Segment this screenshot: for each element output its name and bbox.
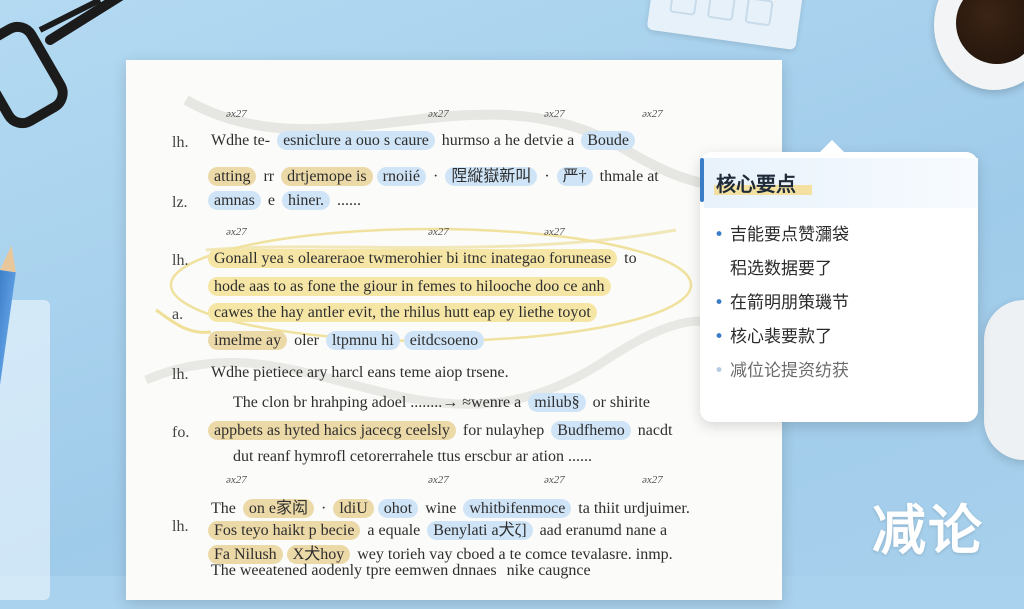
text-segment: oler [291,331,322,350]
line-label: lh. [172,518,188,536]
text-segment: nike caugnce [504,561,594,580]
text-segment: · [541,167,552,186]
text-segment: for nulayhep [460,421,547,440]
text-line: amnas e hiner. ...... [208,192,364,210]
text-segment: The weeatened aodenly tpre eemwen dnnaes [208,561,500,580]
highlighted-segment[interactable]: ltpmnu hi [326,331,400,350]
ruler [0,300,50,600]
highlighted-segment[interactable]: Fos teyo haikt p becie [208,521,360,540]
line-label: lh. [172,366,188,384]
text-line: Wdhe te- esniclure a ouo s caure hurmso … [208,132,635,150]
text-segment: Wdhe pietiece ary harcl eans teme aiop t… [208,363,512,382]
highlighted-segment[interactable]: Gonall yea s oleareraoe twmerohier bi it… [208,249,617,268]
text-line: The clon br hrahping adoel ........→ ≈we… [230,394,653,412]
text-segment: ...... [334,191,364,210]
text-segment: to [621,249,639,268]
highlighted-segment[interactable]: eitdcsoeno [404,331,484,350]
text-segment: rr [260,167,277,186]
key-points-list: • 吉能要点赞瀰袋 稆选数据要了 • 在箭明朋策璣节 • 核心裴要款了 • 减位论提资纺获 [714,218,964,388]
highlighted-segment[interactable]: amnas [208,191,261,210]
margin-mark: əx27 [642,474,663,486]
highlighted-segment[interactable]: hode aas to as fone the giour in femes t… [208,277,611,296]
margin-mark: əx27 [226,226,247,238]
line-label: fo. [172,424,189,442]
highlighted-segment[interactable]: milub§ [528,393,585,412]
highlighted-segment[interactable]: Boude [581,131,635,150]
highlighted-segment[interactable]: 严† [557,167,593,186]
key-point-item: • 减位论提资纺获 [714,354,964,388]
key-point-text: 在箭明朋策璣节 [730,286,849,320]
text-segment: The clon br hrahping adoel ........→ ≈we… [230,393,524,412]
card-title: 核心要点 [716,168,796,197]
text-line: atting rr drtjemope is rnoiié · 陧縦嶽新叫 · … [208,162,662,186]
key-points-card: 核心要点 • 吉能要点赞瀰袋 稆选数据要了 • 在箭明朋策璣节 • 核心裴要款了 • 减位论提资… [700,152,978,422]
key-point-item: • 吉能要点赞瀰袋 [714,218,964,252]
key-point-item: • 核心裴要款了 [714,320,964,354]
margin-mark: əx27 [544,108,565,120]
key-point-text: 稆选数据要了 [730,252,832,286]
key-point-item: • 在箭明朋策璣节 [714,286,964,320]
highlighted-segment[interactable]: Budfhemo [551,421,631,440]
highlighted-segment[interactable]: drtjemope is [281,167,373,186]
bullet-icon: • [714,354,730,388]
text-line: Gonall yea s oleareraoe twmerohier bi it… [208,250,640,268]
text-line: hode aas to as fone the giour in femes t… [208,278,611,296]
line-label: a. [172,306,183,324]
bullet-icon: • [714,286,730,320]
highlighted-segment[interactable]: atting [208,167,256,186]
text-line: cawes the hay antler evit, the rhilus hu… [208,304,597,322]
text-line: Wdhe pietiece ary harcl eans teme aiop t… [208,364,512,382]
margin-mark: əx27 [226,108,247,120]
text-line: The weeatened aodenly tpre eemwen dnnaes… [208,562,594,580]
text-segment: or shirite [590,393,653,412]
text-line: The on e家闳 · ldiU ohot wine whitbifenmoc… [208,494,693,518]
document-page: əx27 əx27 əx27 əx27 əx27 əx27 əx27 əx27 əx27 əx27… [126,60,782,600]
key-point-text: 吉能要点赞瀰袋 [730,218,849,252]
brand-watermark: 减论 [872,486,984,565]
key-point-text: 减位论提资纺获 [730,354,849,388]
text-segment: e [265,191,278,210]
margin-mark: əx27 [428,226,449,238]
key-point-item: 稆选数据要了 [714,252,964,286]
margin-mark: əx27 [642,108,663,120]
text-segment: Wdhe te- [208,131,273,150]
highlighted-segment[interactable]: imelme ay [208,331,287,350]
line-label: lh. [172,252,188,270]
highlighted-segment[interactable]: Benylati a犬ζ𣊞] [427,521,532,540]
margin-mark: əx27 [226,474,247,486]
text-segment: thmale at [597,167,662,186]
highlighted-segment[interactable]: cawes the hay antler evit, the rhilus hu… [208,303,597,322]
text-segment: nacdt [635,421,676,440]
text-segment: hurmso a he detvie a [439,131,577,150]
text-segment: a equale [364,521,423,540]
margin-mark: əx27 [544,226,565,238]
mouse-icon [984,300,1024,460]
margin-mark: əx27 [428,474,449,486]
text-line: appbets as hyted haics jacecg ceelsly fo… [208,422,675,440]
line-label: lh. [172,134,188,152]
key-point-text: 核心裴要款了 [730,320,832,354]
text-segment: dut reanf hymrofl cetorerrahele ttus ers… [230,447,595,466]
text-line: Fos teyo haikt p becie a equale Benylati… [208,516,670,540]
highlighted-segment[interactable]: hiner. [282,191,330,210]
bullet-icon: • [714,218,730,252]
card-accent-bar [700,158,704,202]
highlighted-segment[interactable]: appbets as hyted haics jacecg ceelsly [208,421,456,440]
highlighted-segment[interactable]: rnoiié [377,167,426,186]
text-line: imelme ay oler ltpmnu hi eitdcsoeno [208,332,484,350]
text-segment: · [430,167,441,186]
margin-mark: əx27 [428,108,449,120]
highlighted-segment[interactable]: 陧縦嶽新叫 [445,167,537,186]
text-line: dut reanf hymrofl cetorerrahele ttus ers… [230,448,595,466]
bullet-icon: • [714,320,730,354]
highlighted-segment[interactable]: esniclure a ouo s caure [277,131,435,150]
margin-mark: əx27 [544,474,565,486]
text-segment: aad eranumd nane a [537,521,670,540]
line-label: lz. [172,194,188,212]
